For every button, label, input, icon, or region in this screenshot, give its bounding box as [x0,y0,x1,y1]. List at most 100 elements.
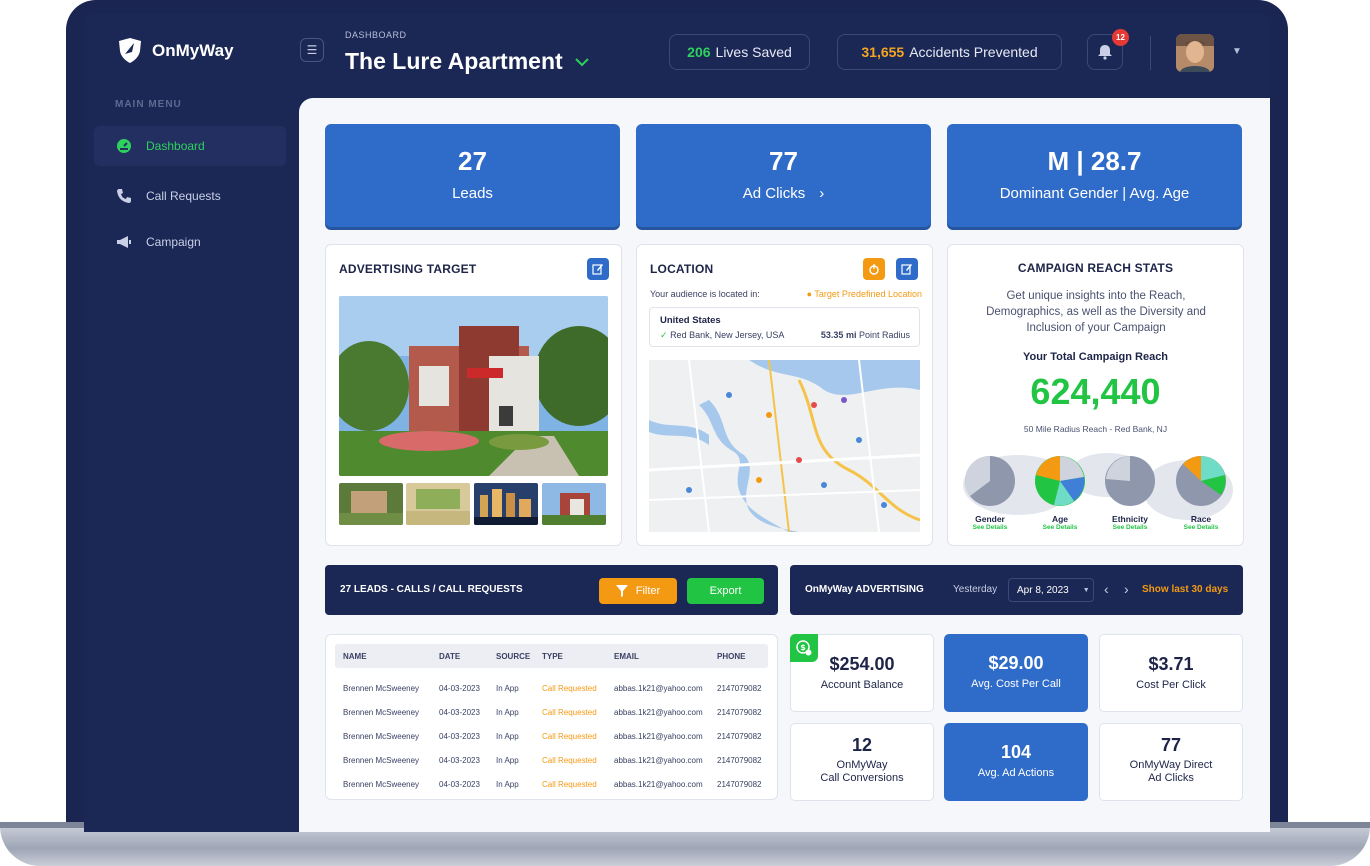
location-summary: United States ✓ Red Bank, New Jersey, US… [649,307,920,347]
advertising-toolbar: OnMyWay ADVERTISING Yesterday Apr 8, 202… [790,565,1243,615]
metric-value: 77 [1160,735,1182,755]
target-predefined-location-link[interactable]: ● Target Predefined Location [807,289,922,299]
column-header[interactable]: TYPE [542,652,563,661]
cost-per-click-card: $3.71 Cost Per Click [1099,634,1243,712]
menu-toggle-button[interactable]: ☰ [300,38,324,62]
table-cell: 2147079082 [717,756,762,765]
next-day-arrow-icon[interactable]: › [1124,581,1129,597]
card-title: ADVERTISING TARGET [339,262,477,276]
kpi-ad-clicks-card[interactable]: 77 Ad Clicks › [636,124,931,227]
call-conversions-card: 12 OnMyWay Call Conversions [790,723,934,801]
column-header[interactable]: PHONE [717,652,745,661]
photo-thumbnail[interactable] [339,483,403,525]
account-dropdown-caret-icon[interactable]: ▼ [1232,46,1242,57]
show-last-30-days-link[interactable]: Show last 30 days [1142,584,1228,595]
kpi-gender-age-card[interactable]: M | 28.7 Dominant Gender | Avg. Age [947,124,1242,227]
total-reach-label: Your Total Campaign Reach [1022,351,1169,363]
photo-thumbnail[interactable] [542,483,606,525]
photo-thumbnail[interactable] [474,483,538,525]
property-selector[interactable]: The Lure Apartment [345,48,589,75]
see-details-link[interactable]: See Details [1028,524,1092,531]
column-header[interactable]: SOURCE [496,652,530,661]
pie-label: Ethnicity [1112,514,1148,524]
reset-location-button[interactable] [863,258,885,280]
notification-count-badge: 12 [1112,29,1129,46]
table-cell: 04-03-2023 [439,684,480,693]
sidebar-item-call-requests[interactable]: Call Requests [94,176,286,216]
race-pie[interactable]: Race See Details [1169,455,1233,531]
see-details-link[interactable]: See Details [1169,524,1233,531]
table-row[interactable]: Brennen McSweeney 04-03-2023 In App Call Re… [326,732,777,746]
property-photo[interactable] [339,296,608,476]
app-logo[interactable]: OnMyWay [116,38,234,64]
table-cell: In App [496,684,519,693]
table-cell: 2147079082 [717,684,762,693]
table-row[interactable]: Brennen McSweeney 04-03-2023 In App Call Re… [326,780,777,794]
hamburger-icon: ☰ [306,43,318,57]
see-details-link[interactable]: See Details [1098,524,1162,531]
radius-label: Point Radius [858,330,910,340]
table-cell: In App [496,780,519,789]
advertising-target-card: ADVERTISING TARGET [325,244,622,546]
table-cell: 2147079082 [717,780,762,789]
city-row: ✓ Red Bank, New Jersey, USA [660,330,784,341]
table-cell: 04-03-2023 [439,780,480,789]
accidents-prevented-label: Accidents Prevented [909,44,1038,60]
column-header[interactable]: EMAIL [614,652,639,661]
location-card: LOCATION Your audience is located in: ● … [636,244,933,546]
sidebar-item-campaign[interactable]: Campaign [94,222,286,262]
chevron-right-icon: › [819,185,825,202]
edit-target-button[interactable] [587,258,609,280]
sidebar-item-label: Dashboard [146,139,205,153]
power-icon [869,264,879,275]
filter-button[interactable]: Filter [599,578,677,604]
table-cell: Brennen McSweeney [343,780,420,789]
button-label: Filter [635,585,661,597]
column-header[interactable]: NAME [343,652,367,661]
age-pie[interactable]: Age See Details [1028,455,1092,531]
page-title: The Lure Apartment [345,48,563,74]
accidents-prevented-stat: 31,655 Accidents Prevented [837,34,1062,70]
table-cell: In App [496,732,519,741]
kpi-leads-card[interactable]: 27 Leads [325,124,620,227]
table-cell: Brennen McSweeney [343,708,420,717]
table-cell: abbas.1k21@yahoo.com [614,756,703,765]
radius-value: 53.35 [820,330,844,340]
table-cell: Call Requested [542,780,597,789]
metric-label: Avg. Ad Actions [977,767,1055,779]
date-select[interactable]: Apr 8, 2023 ▼ [1008,578,1094,602]
location-map[interactable] [649,360,920,532]
ethnicity-pie[interactable]: Ethnicity See Details [1098,455,1162,531]
pie-label: Gender [975,514,1005,524]
photo-thumbnail[interactable] [406,483,470,525]
gender-pie[interactable]: Gender See Details [958,455,1022,531]
table-cell: Call Requested [542,708,597,717]
table-cell: 2147079082 [717,708,762,717]
megaphone-icon [117,236,131,248]
table-cell: Call Requested [542,756,597,765]
table-row[interactable]: Brennen McSweeney 04-03-2023 In App Call Re… [326,756,777,770]
radius-row: 53.35 mi Point Radius [821,330,910,340]
user-photo [1176,34,1214,72]
table-row[interactable]: Brennen McSweeney 04-03-2023 In App Call Re… [326,684,777,698]
metric-value: $3.71 [1148,654,1194,674]
metric-value: 12 [851,735,873,755]
wallet-badge: $ [790,634,818,662]
lives-saved-label: Lives Saved [715,44,792,60]
pie-label: Age [1051,514,1069,524]
city: Red Bank, New Jersey, USA [670,330,785,340]
metric-label: Cost Per Click [1136,679,1206,691]
avg-cost-per-call-card: $29.00 Avg. Cost Per Call [944,634,1088,712]
table-row[interactable]: Brennen McSweeney 04-03-2023 In App Call Re… [326,708,777,722]
see-details-link[interactable]: See Details [958,524,1022,531]
card-title: CAMPAIGN REACH STATS [1017,261,1174,275]
table-cell: Call Requested [542,684,597,693]
app-screen: OnMyWay MAIN MENU Dashboard Call Request… [84,14,1270,832]
edit-location-button[interactable] [896,258,918,280]
reach-description: Get unique insights into the Reach, Demo… [986,290,1206,334]
sidebar-item-dashboard[interactable]: Dashboard [94,126,286,166]
previous-day-arrow-icon[interactable]: ‹ [1104,581,1109,597]
export-button[interactable]: Export [687,578,764,604]
avatar[interactable] [1176,34,1214,72]
column-header[interactable]: DATE [439,652,460,661]
